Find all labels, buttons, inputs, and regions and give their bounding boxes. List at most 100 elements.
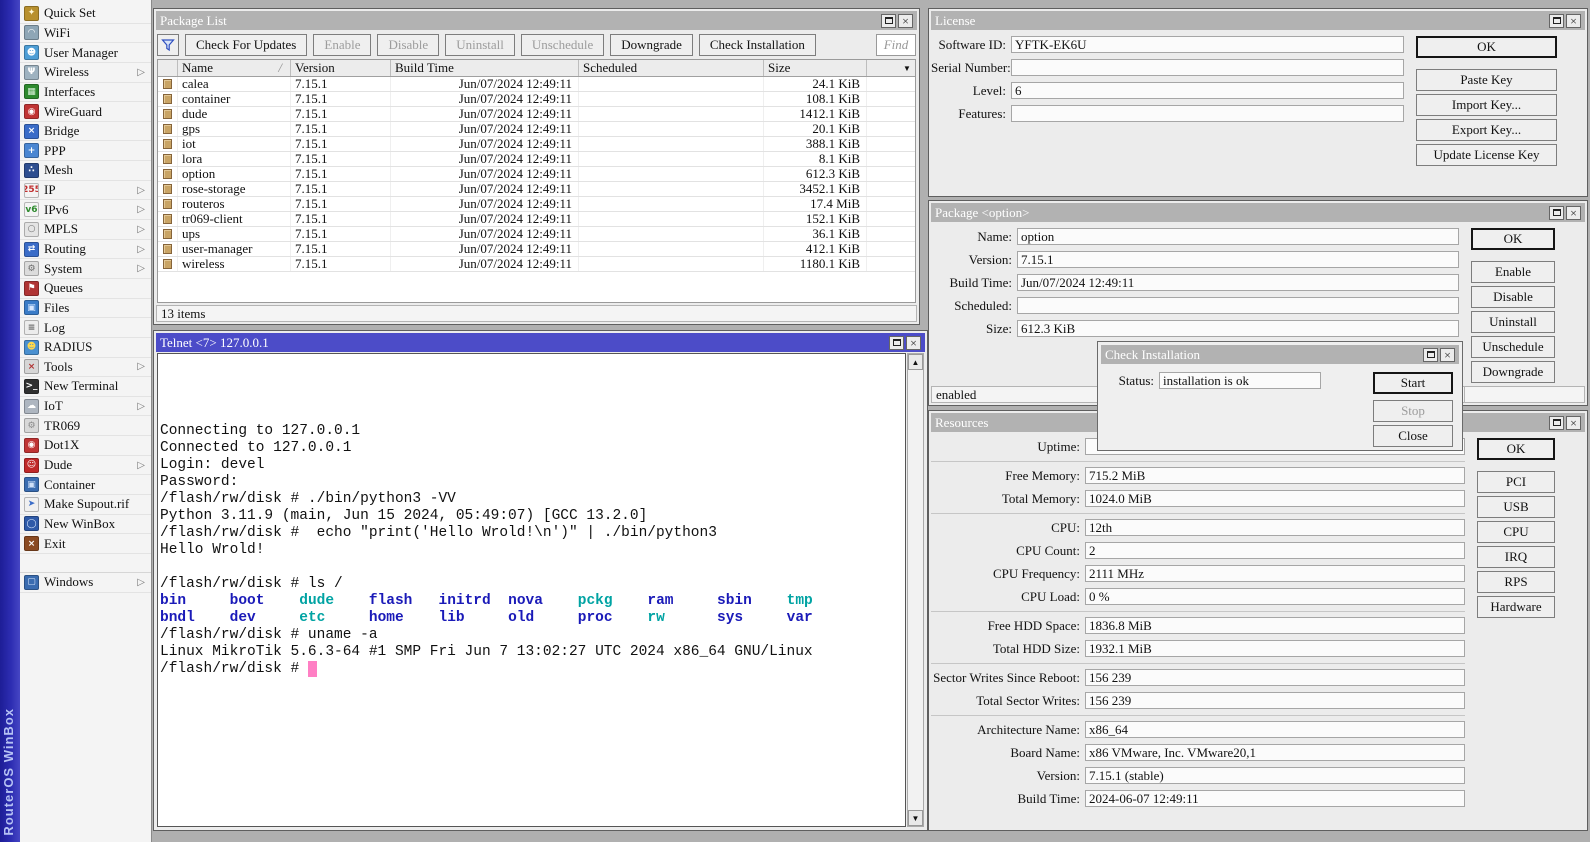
sidebar-item[interactable]: ⚙ System ▷ xyxy=(20,259,151,279)
toolbar-button[interactable]: Check Installation xyxy=(699,34,816,56)
action-button[interactable]: Start xyxy=(1373,372,1453,394)
toolbar-button[interactable]: Downgrade xyxy=(610,34,693,56)
sidebar-item[interactable]: × Exit ▷ xyxy=(20,534,151,554)
column-header-size[interactable]: Size xyxy=(764,60,867,76)
sidebar-item[interactable]: ☺ Dude ▷ xyxy=(20,456,151,476)
sidebar-item[interactable]: ○ MPLS ▷ xyxy=(20,220,151,240)
action-button[interactable]: Stop xyxy=(1373,400,1453,422)
field-input[interactable]: 0 % xyxy=(1085,588,1465,605)
terminal-scrollbar[interactable]: ▲ ▼ xyxy=(907,353,924,827)
action-button[interactable]: OK xyxy=(1471,228,1555,250)
close-button[interactable]: × xyxy=(906,336,921,350)
field-input[interactable]: 7.15.1 xyxy=(1017,251,1459,268)
maximize-button[interactable] xyxy=(889,336,904,350)
sidebar-item[interactable]: ◯ New WinBox ▷ xyxy=(20,515,151,535)
sidebar-item[interactable]: ☻ RADIUS ▷ xyxy=(20,338,151,358)
sidebar-item[interactable]: >_ New Terminal ▷ xyxy=(20,377,151,397)
package-row[interactable]: iot 7.15.1 Jun/07/2024 12:49:11 388.1 Ki… xyxy=(158,137,915,152)
field-input[interactable]: 715.2 MiB xyxy=(1085,467,1465,484)
sidebar-item[interactable]: ☁ IoT ▷ xyxy=(20,397,151,417)
action-button[interactable]: USB xyxy=(1477,496,1555,518)
license-titlebar[interactable]: License × xyxy=(931,11,1585,30)
package-row[interactable]: ups 7.15.1 Jun/07/2024 12:49:11 36.1 KiB xyxy=(158,227,915,242)
toolbar-button[interactable]: Disable xyxy=(377,34,439,56)
field-input[interactable]: 6 xyxy=(1011,82,1404,99)
action-button[interactable]: Uninstall xyxy=(1471,311,1555,333)
icon-column-header[interactable] xyxy=(158,60,178,76)
maximize-button[interactable] xyxy=(1549,416,1564,430)
maximize-button[interactable] xyxy=(1423,348,1438,362)
close-button[interactable]: × xyxy=(1440,348,1455,362)
field-input[interactable] xyxy=(1011,59,1404,76)
field-input[interactable] xyxy=(1011,105,1404,122)
action-button[interactable]: Update License Key xyxy=(1416,144,1557,166)
field-input[interactable]: 156 239 xyxy=(1085,692,1465,709)
sidebar-item[interactable]: ≡ Log ▷ xyxy=(20,318,151,338)
terminal-output[interactable]: Connecting to 127.0.0.1Connected to 127.… xyxy=(157,353,906,827)
action-button[interactable]: Paste Key xyxy=(1416,69,1557,91)
field-input[interactable]: 1836.8 MiB xyxy=(1085,617,1465,634)
action-button[interactable]: Import Key... xyxy=(1416,94,1557,116)
field-input[interactable]: x86_64 xyxy=(1085,721,1465,738)
column-header-build-time[interactable]: Build Time xyxy=(391,60,579,76)
action-button[interactable]: PCI xyxy=(1477,471,1555,493)
sidebar-item[interactable]: ✦ Quick Set ▷ xyxy=(20,4,151,24)
maximize-button[interactable] xyxy=(1549,206,1564,220)
sidebar-item[interactable]: ⚙ TR069 ▷ xyxy=(20,416,151,436)
package-row[interactable]: lora 7.15.1 Jun/07/2024 12:49:11 8.1 KiB xyxy=(158,152,915,167)
scroll-up-icon[interactable]: ▲ xyxy=(908,354,923,370)
filter-button[interactable] xyxy=(157,34,179,56)
field-input[interactable]: 7.15.1 (stable) xyxy=(1085,767,1465,784)
action-button[interactable]: Enable xyxy=(1471,261,1555,283)
action-button[interactable]: Unschedule xyxy=(1471,336,1555,358)
telnet-titlebar[interactable]: Telnet <7> 127.0.0.1 × xyxy=(156,333,925,352)
maximize-button[interactable] xyxy=(1549,14,1564,28)
scroll-down-icon[interactable]: ▼ xyxy=(908,810,923,826)
action-button[interactable]: RPS xyxy=(1477,571,1555,593)
package-row[interactable]: container 7.15.1 Jun/07/2024 12:49:11 10… xyxy=(158,92,915,107)
sidebar-item[interactable]: ⇄ Routing ▷ xyxy=(20,240,151,260)
field-input[interactable]: 2024-06-07 12:49:11 xyxy=(1085,790,1465,807)
action-button[interactable]: OK xyxy=(1477,438,1555,460)
package-row[interactable]: tr069-client 7.15.1 Jun/07/2024 12:49:11… xyxy=(158,212,915,227)
toolbar-button[interactable]: Enable xyxy=(313,34,371,56)
sidebar-item[interactable]: ◉ Dot1X ▷ xyxy=(20,436,151,456)
sidebar-item[interactable]: ▣ Container ▷ xyxy=(20,475,151,495)
action-button[interactable]: IRQ xyxy=(1477,546,1555,568)
sidebar-item[interactable]: ☻ User Manager ▷ xyxy=(20,43,151,63)
sidebar-item[interactable]: ◠ WiFi ▷ xyxy=(20,24,151,44)
action-button[interactable]: CPU xyxy=(1477,521,1555,543)
action-button[interactable]: Close xyxy=(1373,425,1453,447)
close-button[interactable]: × xyxy=(1566,416,1581,430)
package-list-titlebar[interactable]: Package List × xyxy=(156,11,917,30)
column-header-scheduled[interactable]: Scheduled xyxy=(579,60,764,76)
toolbar-button[interactable]: Unschedule xyxy=(521,34,604,56)
sidebar-item[interactable]: Ψ Wireless ▷ xyxy=(20,63,151,83)
sidebar-item[interactable]: v6 IPv6 ▷ xyxy=(20,200,151,220)
field-input[interactable]: 1932.1 MiB xyxy=(1085,640,1465,657)
sidebar-item-windows[interactable]: ▢ Windows ▷ xyxy=(20,573,151,593)
close-button[interactable]: × xyxy=(898,14,913,28)
action-button[interactable]: OK xyxy=(1416,36,1557,58)
toolbar-button[interactable]: Uninstall xyxy=(445,34,515,56)
column-header-name[interactable]: Name / xyxy=(178,60,291,76)
sidebar-item[interactable]: ➤ Make Supout.rif ▷ xyxy=(20,495,151,515)
package-row[interactable]: wireless 7.15.1 Jun/07/2024 12:49:11 118… xyxy=(158,257,915,272)
column-dropdown-button[interactable]: ▼ xyxy=(899,60,915,76)
field-input[interactable]: 1024.0 MiB xyxy=(1085,490,1465,507)
action-button[interactable]: Downgrade xyxy=(1471,361,1555,383)
package-row[interactable]: calea 7.15.1 Jun/07/2024 12:49:11 24.1 K… xyxy=(158,77,915,92)
sidebar-item[interactable]: 255 IP ▷ xyxy=(20,181,151,201)
sidebar-item[interactable]: × Bridge ▷ xyxy=(20,122,151,142)
field-input[interactable]: 2 xyxy=(1085,542,1465,559)
field-input[interactable]: x86 VMware, Inc. VMware20,1 xyxy=(1085,744,1465,761)
package-row[interactable]: rose-storage 7.15.1 Jun/07/2024 12:49:11… xyxy=(158,182,915,197)
action-button[interactable]: Export Key... xyxy=(1416,119,1557,141)
sidebar-item[interactable]: ⚑ Queues ▷ xyxy=(20,279,151,299)
field-input[interactable]: 612.3 KiB xyxy=(1017,320,1459,337)
field-input[interactable]: option xyxy=(1017,228,1459,245)
sidebar-item[interactable]: × Tools ▷ xyxy=(20,358,151,378)
close-button[interactable]: × xyxy=(1566,14,1581,28)
check-installation-titlebar[interactable]: Check Installation × xyxy=(1101,345,1459,364)
sidebar-item[interactable]: ▣ Files ▷ xyxy=(20,299,151,319)
